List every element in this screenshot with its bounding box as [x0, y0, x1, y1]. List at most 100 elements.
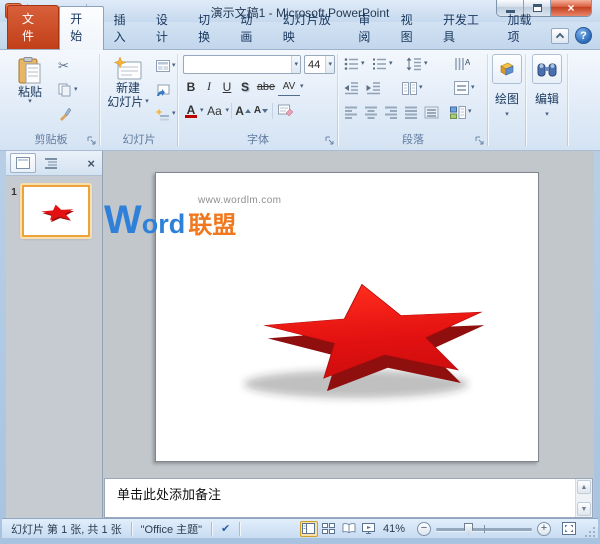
tab-addins[interactable]: 加载项	[498, 8, 551, 49]
font-color-button[interactable]: A	[182, 101, 200, 120]
columns-button[interactable]: ▾	[400, 78, 425, 98]
line-spacing-dropdown-icon[interactable]: ▾	[424, 60, 428, 67]
text-shadow-button[interactable]: S	[236, 77, 254, 96]
fit-to-window-button[interactable]	[558, 522, 580, 535]
drawing-shapes-icon	[500, 62, 514, 76]
paste-clipboard-icon	[18, 57, 41, 84]
tab-view[interactable]: 视图	[391, 8, 433, 49]
tab-file[interactable]: 文件	[7, 5, 60, 49]
slide-layout-button[interactable]: ▾	[154, 56, 178, 76]
copy-dropdown-icon[interactable]: ▾	[74, 86, 78, 93]
change-case-button[interactable]: Aa	[204, 101, 226, 120]
slide-thumbnail[interactable]	[22, 185, 90, 237]
tab-insert[interactable]: 插入	[104, 8, 146, 49]
reading-view-button[interactable]	[340, 521, 358, 537]
align-text-button[interactable]: ▾	[452, 78, 477, 98]
strikethrough-button[interactable]: abe	[254, 77, 278, 96]
underline-button[interactable]: U	[218, 77, 236, 96]
scroll-down-button[interactable]: ▼	[577, 502, 591, 516]
paragraph-dialog-launcher[interactable]	[475, 136, 485, 146]
tab-outline[interactable]	[38, 153, 64, 173]
italic-button[interactable]: I	[200, 77, 218, 96]
editing-button[interactable]: 编辑 ▾	[530, 54, 564, 118]
drawing-button[interactable]: 绘图 ▾	[490, 54, 524, 118]
red-star-shape[interactable]	[228, 249, 528, 419]
notes-scrollbar[interactable]: ▲ ▼	[575, 479, 592, 517]
clipboard-dialog-launcher[interactable]	[87, 136, 97, 146]
tab-home[interactable]: 开始	[59, 6, 104, 50]
tab-animations[interactable]: 动画	[230, 8, 272, 49]
tab-slideshow[interactable]: 幻灯片放映	[273, 8, 349, 49]
increase-indent-button[interactable]	[364, 78, 383, 98]
slide-counter[interactable]: 幻灯片 第 1 张, 共 1 张	[2, 521, 131, 537]
align-right-button[interactable]	[382, 102, 400, 122]
ribbon: 粘贴 ▾ ✂ ▾ 剪贴板 新建 幻灯片 ▾ ▾ ▾ 幻灯片 ▾ 44 ▾ B I…	[0, 50, 600, 151]
normal-view-button[interactable]	[299, 520, 318, 537]
tab-slides-thumbnails[interactable]	[10, 153, 36, 173]
character-spacing-dropdown-icon[interactable]: ▾	[300, 83, 304, 90]
group-clipboard: 粘贴 ▾ ✂ ▾ 剪贴板	[2, 50, 100, 150]
zoom-in-button[interactable]: +	[537, 521, 551, 536]
zoom-out-button[interactable]: −	[417, 521, 431, 536]
change-case-dropdown-icon[interactable]: ▾	[226, 107, 230, 114]
bullets-button[interactable]: ▾	[342, 54, 367, 74]
zoom-slider-center-tick	[484, 524, 485, 533]
slide-canvas[interactable]	[155, 172, 539, 462]
line-spacing-button[interactable]: ▾	[404, 54, 430, 74]
numbering-button[interactable]: ▾	[370, 54, 395, 74]
paste-button[interactable]: 粘贴 ▾	[10, 54, 50, 105]
drawing-label: 绘图	[494, 92, 519, 106]
section-button[interactable]: ▾	[154, 104, 178, 124]
align-left-button[interactable]	[342, 102, 360, 122]
resize-grip[interactable]	[584, 526, 596, 538]
shrink-font-button[interactable]: A	[252, 101, 270, 120]
minimize-ribbon-button[interactable]	[551, 27, 569, 44]
format-painter-button[interactable]	[56, 104, 74, 124]
paste-dropdown-icon[interactable]: ▾	[28, 98, 32, 105]
clear-formatting-button[interactable]	[275, 101, 297, 120]
reset-slide-button[interactable]	[154, 80, 172, 100]
bold-button[interactable]: B	[182, 77, 200, 96]
distribute-icon	[424, 106, 439, 118]
notes-placeholder[interactable]: 单击此处添加备注	[105, 479, 592, 503]
font-size-combobox[interactable]: 44 ▾	[304, 55, 335, 74]
character-spacing-button[interactable]: AV	[278, 77, 300, 96]
smartart-dropdown-icon[interactable]: ▾	[468, 108, 472, 115]
font-name-dropdown-icon[interactable]: ▾	[291, 56, 300, 73]
slideshow-view-button[interactable]	[360, 521, 378, 537]
cut-button[interactable]: ✂	[56, 56, 71, 76]
tab-transitions[interactable]: 切换	[188, 8, 230, 49]
tab-design[interactable]: 设计	[146, 8, 188, 49]
align-text-dropdown-icon[interactable]: ▾	[471, 84, 475, 91]
new-slide-button[interactable]: 新建 幻灯片 ▾	[105, 54, 151, 109]
convert-smartart-button[interactable]: ▾	[448, 102, 474, 122]
help-button[interactable]: ?	[575, 27, 592, 44]
columns-dropdown-icon[interactable]: ▾	[419, 84, 423, 91]
theme-name[interactable]: "Office 主题"	[132, 521, 211, 537]
zoom-slider-thumb[interactable]	[464, 522, 473, 535]
grow-font-button[interactable]: A	[234, 101, 252, 120]
tab-review[interactable]: 审阅	[348, 8, 390, 49]
bullets-dropdown-icon[interactable]: ▾	[361, 60, 365, 67]
decrease-indent-button[interactable]	[342, 78, 361, 98]
zoom-slider[interactable]	[436, 522, 532, 535]
font-size-dropdown-icon[interactable]: ▾	[325, 56, 334, 73]
tab-developer[interactable]: 开发工具	[433, 8, 498, 49]
distribute-button[interactable]	[422, 102, 441, 122]
paste-label: 粘贴	[17, 85, 42, 99]
close-panel-button[interactable]: ×	[84, 156, 98, 171]
font-name-combobox[interactable]: ▾	[183, 55, 301, 74]
slide-sorter-view-button[interactable]	[320, 521, 338, 537]
close-button[interactable]: ×	[551, 0, 591, 16]
justify-button[interactable]	[402, 102, 420, 122]
align-center-button[interactable]	[362, 102, 380, 122]
font-dialog-launcher[interactable]	[325, 136, 335, 146]
spell-check-button[interactable]: ✔	[212, 522, 239, 535]
text-direction-button[interactable]: A	[452, 54, 472, 74]
copy-button[interactable]: ▾	[56, 80, 80, 100]
slide-thumbnail-row: 1	[6, 185, 102, 237]
numbering-dropdown-icon[interactable]: ▾	[389, 60, 393, 67]
scroll-up-button[interactable]: ▲	[577, 480, 591, 494]
notes-pane[interactable]: 单击此处添加备注 ▲ ▼	[104, 478, 593, 518]
zoom-level[interactable]: 41%	[378, 523, 410, 535]
